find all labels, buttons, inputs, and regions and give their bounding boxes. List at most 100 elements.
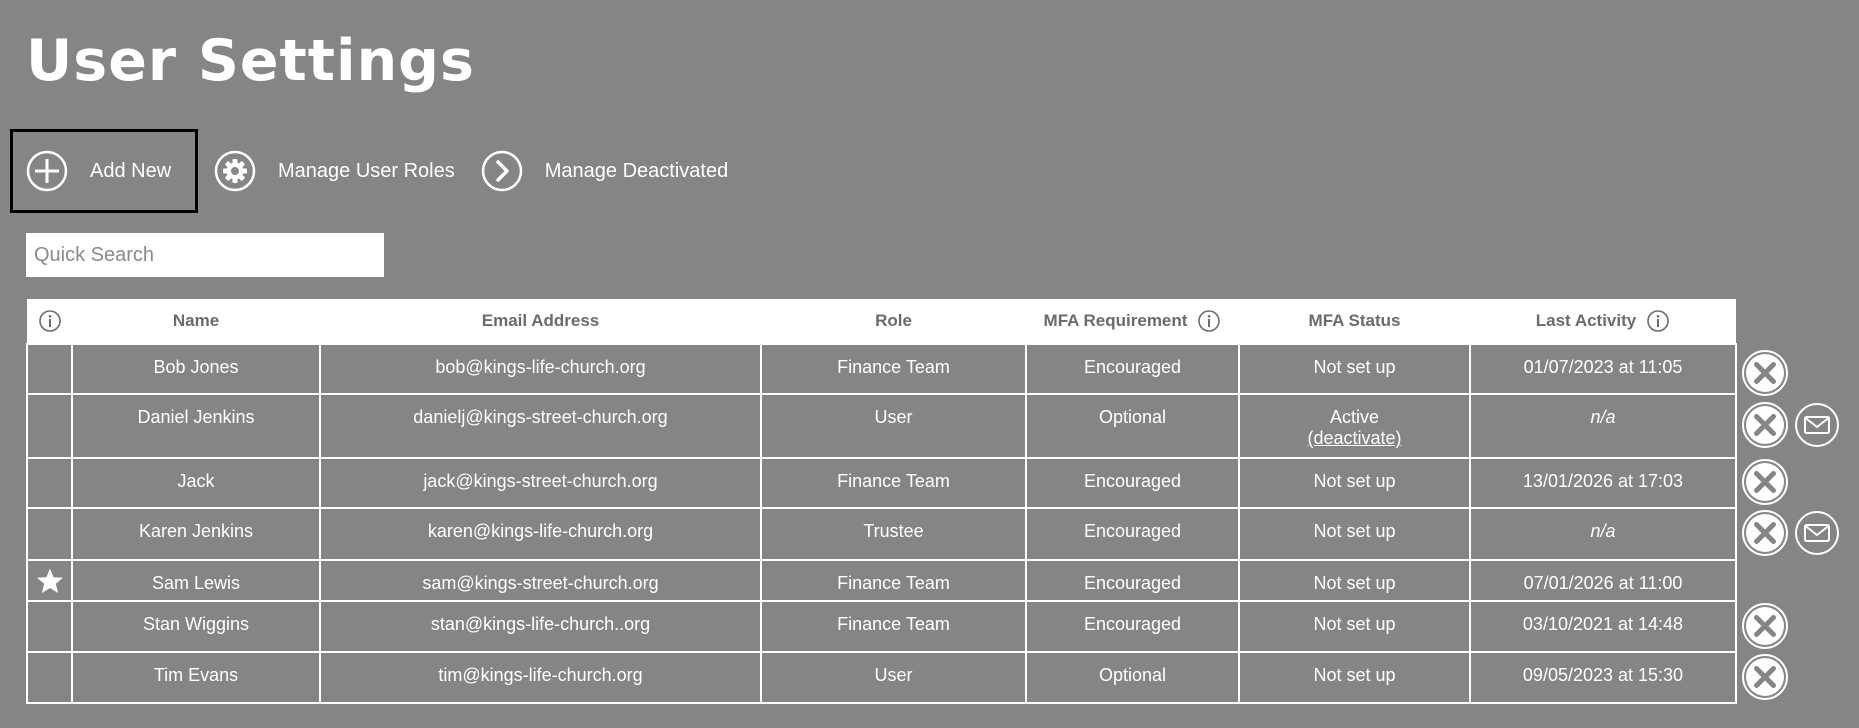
remove-user-button[interactable] xyxy=(1741,349,1789,397)
mfa-status-cell: Not set up xyxy=(1238,457,1471,509)
add-new-button[interactable]: Add New xyxy=(10,129,198,213)
mfa-status-cell: Not set up xyxy=(1238,343,1471,395)
name-cell: Stan Wiggins xyxy=(71,600,321,653)
send-email-button[interactable] xyxy=(1793,401,1841,449)
table-row: Karen Jenkins karen@kings-life-church.org… xyxy=(26,507,1737,561)
name-cell: Bob Jones xyxy=(71,343,321,395)
table-row: Bob Jones bob@kings-life-church.org Financ… xyxy=(26,343,1737,395)
mfa-status-cell: Not set up xyxy=(1238,651,1471,704)
role-cell: User xyxy=(760,651,1027,704)
remove-user-button[interactable] xyxy=(1741,653,1789,701)
role-cell: Finance Team xyxy=(760,457,1027,509)
header-role[interactable]: Role xyxy=(761,299,1026,344)
info-icon[interactable] xyxy=(1646,309,1670,333)
info-icon[interactable] xyxy=(38,309,62,333)
header-info[interactable] xyxy=(27,299,72,344)
header-name[interactable]: Name xyxy=(72,299,320,344)
header-mfa-status[interactable]: MFA Status xyxy=(1239,299,1470,344)
close-circle-icon xyxy=(1742,510,1788,556)
mfa-status-text: Not set up xyxy=(1313,665,1396,685)
table-row: Tim Evans tim@kings-life-church.org User Op… xyxy=(26,651,1737,704)
header-mfa-requirement-label: MFA Requirement xyxy=(1043,311,1188,330)
last-activity-cell: n/a xyxy=(1469,393,1737,459)
last-activity-cell: 01/07/2023 at 11:05 xyxy=(1469,343,1737,395)
close-circle-icon xyxy=(1742,653,1788,700)
last-activity-cell: 03/10/2021 at 14:48 xyxy=(1469,600,1737,653)
email-cell: bob@kings-life-church.org xyxy=(319,343,762,395)
manage-deactivated-button[interactable]: Manage Deactivated xyxy=(481,129,728,213)
mfa-status-cell: Not set up xyxy=(1238,507,1471,561)
flag-cell xyxy=(26,507,73,561)
mfa-requirement-cell: Optional xyxy=(1025,651,1240,704)
role-cell: Finance Team xyxy=(760,343,1027,395)
mfa-status-cell: Not set up xyxy=(1238,600,1471,653)
page-title: User Settings xyxy=(26,28,475,94)
last-activity-cell: 09/05/2023 at 15:30 xyxy=(1469,651,1737,704)
table-row: Jack jack@kings-street-church.org Finance … xyxy=(26,457,1737,509)
flag-cell xyxy=(26,600,73,653)
flag-cell xyxy=(26,343,73,395)
flag-cell xyxy=(26,559,73,602)
remove-user-button[interactable] xyxy=(1741,602,1789,650)
role-cell: Finance Team xyxy=(760,600,1027,653)
deactivate-mfa-link[interactable]: (deactivate) xyxy=(1307,428,1401,448)
manage-user-roles-label: Manage User Roles xyxy=(278,159,455,182)
send-email-button[interactable] xyxy=(1793,509,1841,557)
table-row: Sam Lewis sam@kings-street-church.org Fina… xyxy=(26,559,1737,602)
mfa-status-text: Not set up xyxy=(1313,614,1396,634)
mfa-requirement-cell: Encouraged xyxy=(1025,559,1240,602)
mfa-status-cell: Not set up xyxy=(1238,559,1471,602)
manage-user-roles-button[interactable]: Manage User Roles xyxy=(214,129,455,213)
table-row: Stan Wiggins stan@kings-life-church..org F… xyxy=(26,600,1737,653)
header-mfa-requirement[interactable]: MFA Requirement xyxy=(1026,299,1239,344)
toolbar: Add New Manage User Roles Manage Deactiv… xyxy=(10,129,728,213)
close-circle-icon xyxy=(1742,459,1788,505)
mfa-status-cell: Active (deactivate) xyxy=(1238,393,1471,459)
role-cell: Finance Team xyxy=(760,559,1027,602)
mfa-requirement-cell: Encouraged xyxy=(1025,343,1240,395)
close-circle-icon xyxy=(1742,402,1788,448)
mfa-requirement-cell: Encouraged xyxy=(1025,457,1240,509)
email-cell: tim@kings-life-church.org xyxy=(319,651,762,704)
users-table: Name Email Address Role MFA Requirement … xyxy=(26,299,1737,704)
last-activity-cell: 13/01/2026 at 17:03 xyxy=(1469,457,1737,509)
flag-cell xyxy=(26,393,73,459)
envelope-icon xyxy=(1795,511,1839,555)
gear-icon xyxy=(214,150,256,192)
envelope-icon xyxy=(1795,403,1839,447)
table-header-row: Name Email Address Role MFA Requirement … xyxy=(27,299,1736,344)
remove-user-button[interactable] xyxy=(1741,401,1789,449)
email-cell: jack@kings-street-church.org xyxy=(319,457,762,509)
mfa-requirement-cell: Encouraged xyxy=(1025,507,1240,561)
table-row: Daniel Jenkins danielj@kings-street-churc… xyxy=(26,393,1737,459)
add-new-label: Add New xyxy=(90,159,172,182)
last-activity-cell: 07/01/2026 at 11:00 xyxy=(1469,559,1737,602)
email-cell: stan@kings-life-church..org xyxy=(319,600,762,653)
email-cell: sam@kings-street-church.org xyxy=(319,559,762,602)
info-icon[interactable] xyxy=(1197,309,1221,333)
quick-search-input[interactable] xyxy=(26,233,384,277)
name-cell: Karen Jenkins xyxy=(71,507,321,561)
close-circle-icon xyxy=(1742,602,1788,649)
name-cell: Daniel Jenkins xyxy=(71,393,321,459)
header-last-activity[interactable]: Last Activity xyxy=(1470,299,1736,344)
header-email[interactable]: Email Address xyxy=(320,299,761,344)
email-cell: danielj@kings-street-church.org xyxy=(319,393,762,459)
name-cell: Sam Lewis xyxy=(71,559,321,602)
mfa-status-text: Active xyxy=(1329,407,1380,427)
role-cell: Trustee xyxy=(760,507,1027,561)
remove-user-button[interactable] xyxy=(1741,509,1789,557)
mfa-status-text: Not set up xyxy=(1313,471,1396,491)
mfa-status-text: Not set up xyxy=(1313,573,1396,593)
email-cell: karen@kings-life-church.org xyxy=(319,507,762,561)
name-cell: Jack xyxy=(71,457,321,509)
star-icon xyxy=(36,568,63,593)
remove-user-button[interactable] xyxy=(1741,458,1789,506)
flag-cell xyxy=(26,651,73,704)
header-last-activity-label: Last Activity xyxy=(1535,311,1637,330)
last-activity-cell: n/a xyxy=(1469,507,1737,561)
mfa-requirement-cell: Encouraged xyxy=(1025,600,1240,653)
plus-circle-icon xyxy=(26,150,68,192)
mfa-status-text: Not set up xyxy=(1313,357,1396,377)
name-cell: Tim Evans xyxy=(71,651,321,704)
